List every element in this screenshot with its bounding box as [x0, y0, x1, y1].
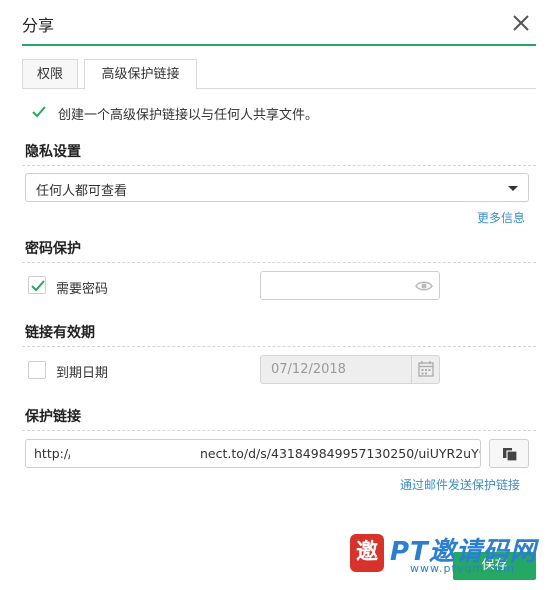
expiry-date-input[interactable]: 07/12/2018: [260, 355, 440, 384]
privacy-select[interactable]: 任何人都可查看: [25, 173, 529, 202]
calendar-button[interactable]: [411, 356, 439, 383]
protected-link-divider: [22, 430, 536, 431]
password-divider: [22, 262, 536, 263]
tab-advanced-link[interactable]: 高级保护链接: [84, 59, 197, 90]
check-icon: [32, 106, 46, 118]
expiry-date-checkbox[interactable]: [28, 361, 46, 379]
tab-bar: 权限 高级保护链接: [22, 59, 536, 90]
more-info-link[interactable]: 更多信息: [477, 209, 525, 226]
create-link-label: 创建一个高级保护链接以与任何人共享文件。: [58, 108, 319, 123]
protected-link-input[interactable]: http:// nect.to/d/s/431849849957130250/u…: [25, 439, 481, 468]
url-redaction: [70, 442, 200, 465]
save-button[interactable]: 保存: [453, 552, 536, 580]
close-icon: [513, 15, 529, 31]
protected-link-url-start: http://: [34, 446, 73, 461]
check-icon: [31, 280, 45, 292]
dialog-header: 分享: [0, 0, 556, 46]
expiry-date-value: 07/12/2018: [271, 362, 346, 377]
password-section-title: 密码保护: [25, 241, 81, 257]
share-dialog: 分享 权限 高级保护链接 创建一个高级保护链接以与任何人共享文件。 隐私设置 任…: [0, 0, 556, 590]
header-divider: [22, 44, 536, 46]
privacy-divider: [22, 165, 536, 166]
create-link-checkbox[interactable]: [30, 103, 48, 121]
watermark-seal: 邀: [350, 534, 384, 572]
require-password-label: 需要密码: [56, 282, 109, 297]
caret-down-icon: [508, 186, 518, 191]
calendar-icon: [418, 361, 434, 377]
email-link[interactable]: 通过邮件发送保护链接: [400, 476, 520, 493]
eye-icon[interactable]: [415, 279, 433, 293]
close-button[interactable]: [506, 8, 536, 38]
expiry-date-label: 到期日期: [56, 366, 109, 381]
expiry-section-title: 链接有效期: [25, 325, 95, 341]
privacy-section-title: 隐私设置: [25, 144, 81, 160]
expiry-divider: [22, 346, 536, 347]
dialog-title: 分享: [22, 16, 55, 35]
tab-permissions[interactable]: 权限: [22, 59, 78, 88]
privacy-select-value: 任何人都可查看: [36, 184, 128, 199]
require-password-checkbox[interactable]: [28, 276, 46, 294]
protected-link-url: nect.to/d/s/431849849957130250/uiUYR2uY9…: [200, 446, 480, 461]
copy-link-button[interactable]: [489, 439, 529, 468]
protected-link-section-title: 保护链接: [25, 409, 81, 425]
copy-icon: [503, 448, 518, 462]
password-input[interactable]: [260, 271, 440, 300]
